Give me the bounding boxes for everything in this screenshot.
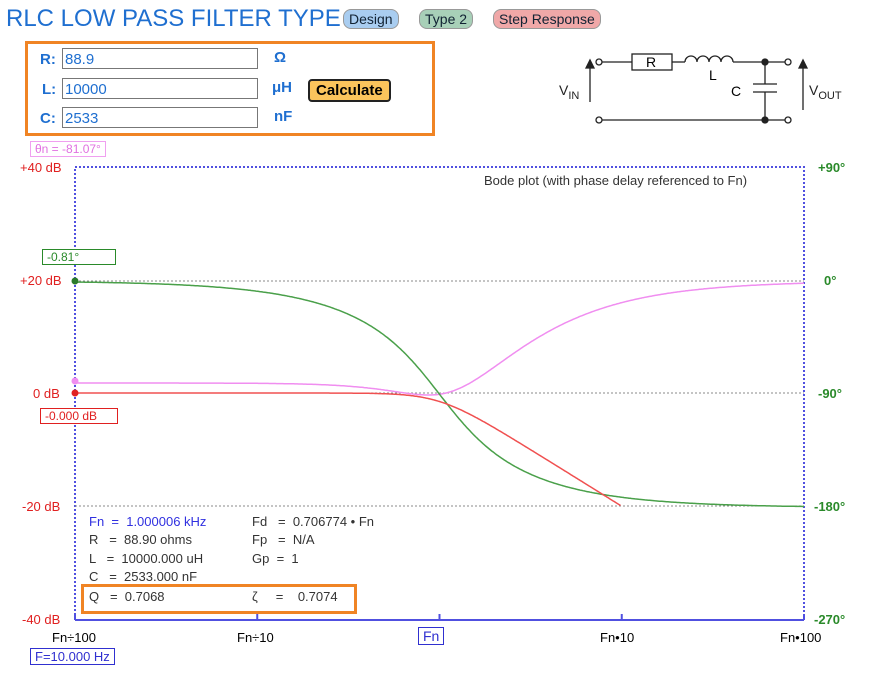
fn-marker[interactable]: Fn bbox=[418, 627, 445, 645]
magnitude-readout[interactable]: -0.000 dB bbox=[40, 408, 118, 424]
left-tick-4: -40 dB bbox=[22, 612, 61, 627]
result-r: R = 88.90 ohms bbox=[89, 532, 192, 547]
result-q: Q = 0.7068 bbox=[89, 589, 165, 604]
right-tick-4: -270° bbox=[814, 612, 846, 627]
right-tick-0: +90° bbox=[818, 160, 846, 175]
result-zeta: ζ = 0.7074 bbox=[252, 589, 338, 604]
result-gp: Gp = 1 bbox=[252, 551, 299, 566]
phase-delay-cursor bbox=[71, 377, 79, 385]
result-fp: Fp = N/A bbox=[252, 532, 315, 547]
right-tick-2: -90° bbox=[818, 386, 842, 401]
magnitude-curve bbox=[75, 392, 621, 507]
x-tick-3: Fn•10 bbox=[600, 630, 635, 645]
result-l: L = 10000.000 uH bbox=[89, 551, 204, 566]
x-tick-1: Fn÷10 bbox=[237, 630, 274, 645]
phase-delay-curve bbox=[75, 282, 804, 396]
x-tick-0: Fn÷100 bbox=[52, 630, 96, 645]
frequency-readout[interactable]: F=10.000 Hz bbox=[30, 648, 115, 665]
result-c: C = 2533.000 nF bbox=[89, 569, 198, 584]
result-fn: Fn = 1.000006 kHz bbox=[89, 514, 207, 529]
x-tick-4: Fn•100 bbox=[780, 630, 822, 645]
theta-n-readout: θn = -81.07° bbox=[30, 141, 106, 157]
result-fd: Fd = 0.706774 • Fn bbox=[252, 514, 374, 529]
phase-readout[interactable]: -0.81° bbox=[42, 249, 116, 265]
left-tick-2: 0 dB bbox=[33, 386, 60, 401]
right-tick-3: -180° bbox=[814, 499, 846, 514]
left-tick-0: +40 dB bbox=[20, 160, 62, 175]
left-tick-3: -20 dB bbox=[22, 499, 61, 514]
magnitude-cursor bbox=[71, 389, 79, 397]
right-tick-1: 0° bbox=[824, 273, 837, 288]
phase-curve bbox=[75, 281, 804, 508]
plot-caption: Bode plot (with phase delay referenced t… bbox=[484, 173, 748, 188]
left-tick-1: +20 dB bbox=[20, 273, 62, 288]
phase-cursor bbox=[71, 277, 79, 285]
